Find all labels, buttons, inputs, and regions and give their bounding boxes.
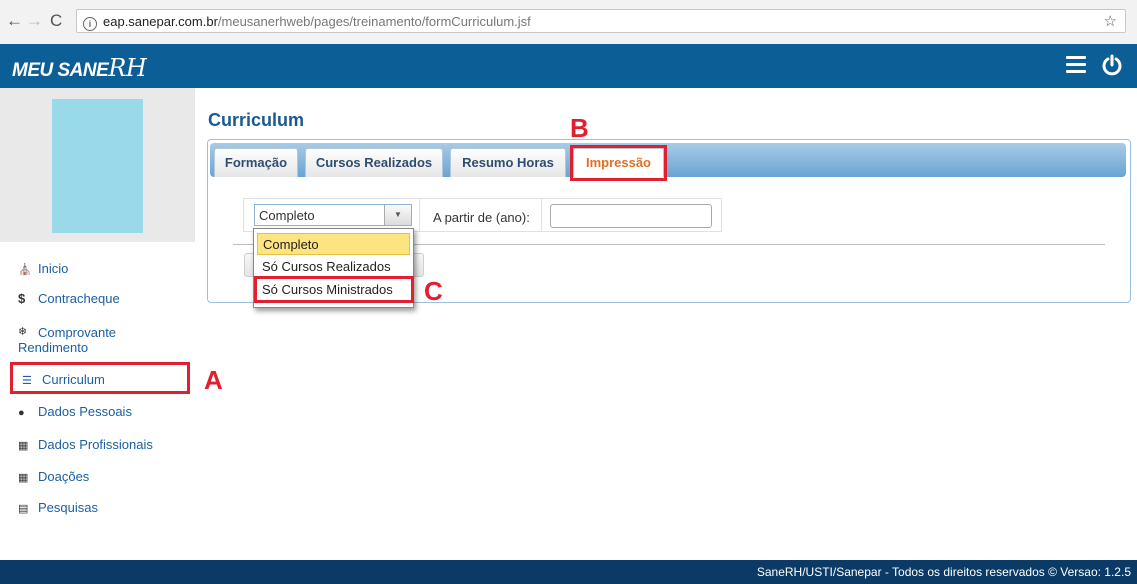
annotation-label-b: B: [570, 113, 589, 143]
info-icon[interactable]: i: [83, 17, 97, 31]
footer: SaneRH/USTI/Sanepar - Todos os direitos …: [0, 560, 1137, 584]
year-label: A partir de (ano):: [433, 210, 530, 225]
sidebar-item-label: Pesquisas: [38, 500, 98, 515]
chevron-down-icon[interactable]: ▼: [384, 205, 411, 225]
sidebar-item-label: Inicio: [38, 261, 69, 276]
tab-resumo-horas[interactable]: Resumo Horas: [450, 148, 566, 177]
dollar-icon: $: [18, 291, 26, 306]
sidebar-item-dados-profissionais[interactable]: ▦ Dados Profissionais: [18, 437, 153, 454]
user-icon: ●: [18, 407, 25, 419]
reload-icon[interactable]: C: [50, 11, 62, 31]
hamburger-menu-icon[interactable]: [1066, 56, 1086, 74]
sitemap-icon: ▦: [18, 440, 29, 452]
annotation-box-a: [10, 362, 190, 394]
annotation-label-a: A: [204, 365, 223, 395]
tab-cursos-realizados[interactable]: Cursos Realizados: [305, 148, 443, 177]
annotation-box-c: [254, 276, 414, 303]
tab-formacao[interactable]: Formação: [214, 148, 298, 177]
logo-text: MEU SANE: [12, 60, 109, 81]
logo-rh: RH: [108, 54, 147, 82]
bookmark-star-icon[interactable]: ☆: [1104, 10, 1117, 34]
browser-toolbar: ← → C i eap.sanepar.com.br/meusanerhweb/p…: [0, 0, 1137, 45]
url-host: eap.sanepar.com.br: [103, 14, 218, 29]
sidebar-item-dados-pessoais[interactable]: ● Dados Pessoais: [18, 404, 132, 421]
sidebar-item-doacoes[interactable]: ▦ Doações: [18, 469, 89, 486]
address-bar[interactable]: i eap.sanepar.com.br/meusanerhweb/pages/t…: [76, 9, 1126, 33]
power-icon[interactable]: [1101, 54, 1123, 76]
profile-area: [0, 88, 195, 242]
annotation-box-b: [570, 145, 667, 181]
sidebar-item-contracheque[interactable]: $ Contracheque: [18, 291, 120, 306]
profile-photo: [52, 99, 143, 233]
year-input[interactable]: [550, 204, 712, 228]
url-path: /meusanerhweb/pages/treinamento/formCurr…: [217, 14, 531, 29]
gift-icon: ▦: [18, 472, 29, 484]
sidebar-item-inicio[interactable]: ⛪ Inicio: [18, 261, 68, 278]
report-type-select[interactable]: Completo ▼: [254, 204, 412, 226]
list-icon: ▤: [18, 503, 29, 515]
sidebar-item-pesquisas[interactable]: ▤ Pesquisas: [18, 500, 98, 517]
option-completo[interactable]: Completo: [257, 233, 410, 255]
home-icon: ⛪: [18, 264, 32, 276]
sidebar-item-label: Dados Pessoais: [38, 404, 132, 419]
sidebar-item-label: Dados Profissionais: [38, 437, 153, 452]
back-icon[interactable]: ←: [6, 11, 23, 31]
annotation-label-c: C: [424, 276, 443, 306]
page-title: Curriculum: [208, 110, 305, 130]
sidebar-item-label: Comprovante Rendimento: [18, 325, 117, 355]
sidebar-item-label: Doações: [38, 469, 90, 484]
app-header: MEU SANERH: [0, 44, 1137, 88]
footer-text: SaneRH/USTI/Sanepar - Todos os direitos …: [756, 565, 1131, 579]
sidebar-item-comprovante[interactable]: ❄ Comprovante Rendimento: [18, 325, 158, 355]
sidebar: [0, 88, 195, 560]
forward-icon[interactable]: →: [26, 11, 43, 31]
option-so-cursos-realizados[interactable]: Só Cursos Realizados: [257, 256, 410, 278]
select-value: Completo: [259, 208, 315, 223]
sidebar-item-label: Contracheque: [38, 291, 120, 306]
logo: MEU SANERH: [12, 54, 147, 82]
